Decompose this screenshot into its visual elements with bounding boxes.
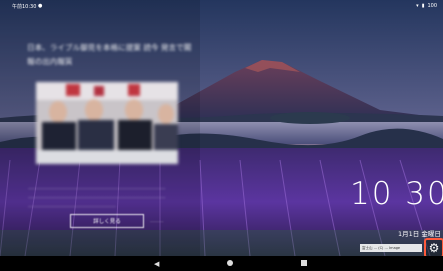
read-more-button[interactable]: 詳しく見る bbox=[70, 214, 144, 228]
status-icons: ▾ ▮ 100 bbox=[416, 3, 437, 9]
shield-icon: ● bbox=[38, 3, 43, 9]
lock-screen: 午前10:30 ● ▾ ▮ 100 日本、ライブル御見を本格に提案 読今 発言で… bbox=[0, 0, 443, 271]
news-body: ………………………………………………………………… ……………………………………… bbox=[28, 185, 166, 209]
news-photo[interactable] bbox=[36, 82, 178, 164]
clock-time: 10 30 bbox=[350, 176, 443, 212]
gear-icon: ⚙ bbox=[428, 241, 440, 255]
wifi-icon: ▾ bbox=[416, 3, 419, 9]
back-icon[interactable]: ◀ bbox=[154, 260, 159, 268]
clock-date: 1月1日 金曜日 bbox=[398, 230, 441, 238]
navigation-bar: ◀ bbox=[0, 256, 443, 271]
battery-icon: ▮ bbox=[421, 3, 425, 9]
news-headline[interactable]: 日本、ライブル御見を本格に提案 読今 発言で閣報の出内報質 bbox=[27, 41, 197, 69]
news-photo-image bbox=[36, 82, 178, 164]
read-more-aside: ……… bbox=[150, 219, 164, 224]
battery-level: 100 bbox=[427, 3, 437, 9]
home-icon[interactable] bbox=[227, 260, 233, 266]
image-credit: 富士山 … (C) … Image bbox=[360, 244, 422, 252]
status-bar: 午前10:30 ● ▾ ▮ 100 bbox=[0, 0, 443, 12]
status-time: 午前10:30 bbox=[12, 4, 37, 10]
recents-icon[interactable] bbox=[301, 260, 307, 266]
settings-button[interactable]: ⚙ bbox=[424, 238, 443, 258]
